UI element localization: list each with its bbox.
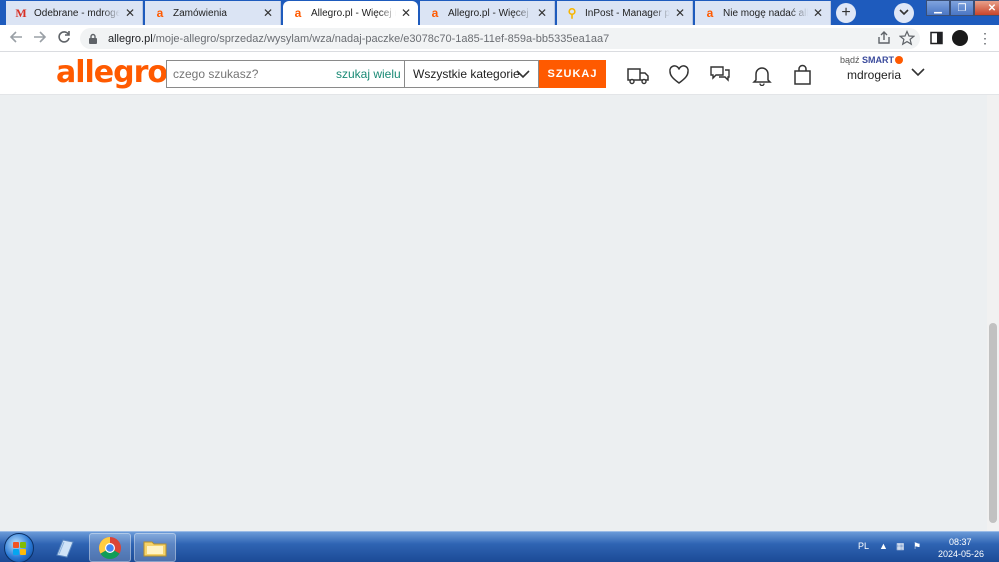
tab-nie-moge-nadac[interactable]: a Nie mogę nadać allegro ✕ bbox=[695, 1, 831, 25]
network-icon[interactable]: ▦ bbox=[896, 541, 905, 552]
clock-time[interactable]: 08:37 bbox=[949, 537, 972, 547]
browser-tab-strip: M Odebrane - mdrogeria@ ✕ a Zamówienia ✕… bbox=[0, 0, 999, 25]
search-many-link[interactable]: szukaj wielu bbox=[336, 67, 401, 81]
url-host: allegro.pl bbox=[108, 32, 153, 45]
start-button[interactable] bbox=[4, 533, 34, 562]
allegro-icon: a bbox=[156, 6, 164, 20]
url-path: /moje-allegro/sprzedaz/wysylam/wza/nadaj… bbox=[152, 32, 610, 45]
action-center-flag-icon[interactable]: ⚑ bbox=[913, 541, 921, 552]
close-icon[interactable]: ✕ bbox=[124, 7, 136, 19]
language-indicator[interactable]: PL bbox=[858, 541, 869, 551]
tab-title: Allegro.pl - Więcej niż aukcje bbox=[311, 7, 396, 19]
messages-icon[interactable] bbox=[709, 64, 731, 86]
allegro-icon: a bbox=[431, 6, 439, 20]
back-icon[interactable] bbox=[7, 30, 25, 48]
new-tab-button[interactable]: + bbox=[836, 3, 856, 23]
reload-icon[interactable] bbox=[55, 30, 73, 48]
windows-logo-icon bbox=[13, 542, 26, 555]
scrollbar-thumb[interactable] bbox=[989, 323, 997, 523]
close-window-icon[interactable]: ✕ bbox=[974, 0, 999, 16]
clock-date[interactable]: 2024-05-26 bbox=[938, 549, 984, 559]
browser-toolbar: allegro.pl/moje-allegro/sprzedaz/wysylam… bbox=[0, 25, 999, 52]
tab-allegro-2[interactable]: a Allegro.pl - Więcej niż aukcje ✕ bbox=[420, 1, 555, 25]
minimize-icon[interactable]: ▁ bbox=[926, 0, 950, 16]
tab-search-button[interactable] bbox=[894, 3, 914, 23]
chevron-down-icon bbox=[899, 9, 909, 16]
windows-taskbar: PL ▲ ▦ ⚑ 08:37 2024-05-26 bbox=[0, 531, 999, 562]
windows-explorer-icon[interactable] bbox=[44, 533, 86, 562]
page-scrollbar[interactable] bbox=[987, 95, 999, 531]
restore-icon[interactable]: ❐ bbox=[950, 0, 974, 16]
chevron-down-icon[interactable] bbox=[911, 68, 925, 77]
allegro-icon: a bbox=[706, 6, 714, 20]
smart-label: SMART bbox=[862, 55, 895, 65]
shopping-bag-icon[interactable] bbox=[792, 64, 814, 86]
smart-badge-icon bbox=[895, 56, 904, 64]
close-icon[interactable]: ✕ bbox=[400, 7, 412, 19]
chevron-down-icon bbox=[516, 70, 530, 79]
tab-zamowienia[interactable]: a Zamówienia ✕ bbox=[145, 1, 281, 25]
forward-icon[interactable] bbox=[31, 30, 49, 48]
page-content bbox=[0, 96, 987, 531]
close-icon[interactable]: ✕ bbox=[262, 7, 274, 19]
delivery-truck-icon[interactable] bbox=[626, 64, 649, 86]
close-icon[interactable]: ✕ bbox=[674, 7, 686, 19]
address-bar[interactable]: allegro.pl/moje-allegro/sprzedaz/wysylam… bbox=[80, 28, 920, 49]
window-controls: ▁ ❐ ✕ bbox=[926, 0, 999, 16]
tab-title: InPost - Manager paczek bbox=[585, 7, 670, 19]
share-icon[interactable] bbox=[876, 30, 892, 46]
close-icon[interactable]: ✕ bbox=[812, 7, 824, 19]
tab-title: Odebrane - mdrogeria@ bbox=[34, 7, 120, 19]
tab-title: Allegro.pl - Więcej niż aukcje bbox=[448, 7, 532, 19]
search-bar: szukaj wielu Wszystkie kategorie SZUKAJ bbox=[166, 60, 606, 88]
category-select-label: Wszystkie kategorie bbox=[413, 67, 520, 81]
folder-taskbar-icon[interactable] bbox=[134, 533, 176, 562]
gmail-icon: M bbox=[15, 5, 27, 20]
smart-banner[interactable]: bądź SMART bbox=[840, 55, 904, 65]
close-icon[interactable]: ✕ bbox=[536, 7, 548, 19]
tab-inpost[interactable]: ⚲ InPost - Manager paczek ✕ bbox=[557, 1, 693, 25]
profile-avatar[interactable] bbox=[952, 30, 968, 46]
bookmark-star-icon[interactable] bbox=[898, 30, 916, 46]
tab-allegro-active[interactable]: a Allegro.pl - Więcej niż aukcje ✕ bbox=[283, 1, 418, 25]
tab-title: Zamówienia bbox=[173, 7, 227, 19]
inpost-icon: ⚲ bbox=[567, 6, 577, 20]
allegro-icon: a bbox=[294, 6, 302, 20]
tab-gmail[interactable]: M Odebrane - mdrogeria@ ✕ bbox=[6, 1, 143, 25]
user-account-name[interactable]: mdrogeria bbox=[847, 68, 901, 82]
allegro-logo[interactable]: allegro bbox=[56, 55, 168, 90]
search-button[interactable]: SZUKAJ bbox=[539, 60, 606, 88]
category-select[interactable]: Wszystkie kategorie bbox=[404, 60, 539, 88]
site-header: allegro szukaj wielu Wszystkie kategorie… bbox=[0, 52, 999, 95]
tray-expand-icon[interactable]: ▲ bbox=[879, 541, 888, 551]
lock-icon bbox=[88, 33, 100, 45]
menu-kebab-icon[interactable]: ⋮ bbox=[978, 29, 992, 47]
heart-icon[interactable] bbox=[668, 64, 690, 86]
smart-prefix: bądź bbox=[840, 55, 860, 65]
side-panel-icon[interactable] bbox=[929, 30, 945, 46]
chrome-taskbar-icon[interactable] bbox=[89, 533, 131, 562]
bell-icon[interactable] bbox=[751, 64, 773, 87]
tab-title: Nie mogę nadać allegro bbox=[723, 7, 808, 19]
